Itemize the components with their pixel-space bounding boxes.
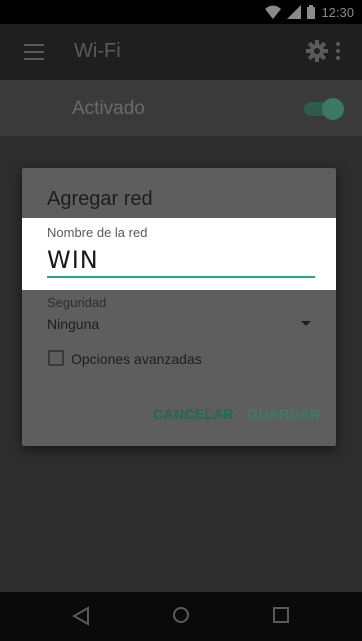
dropdown-arrow-icon[interactable] <box>301 321 311 326</box>
cell-signal-icon <box>287 5 302 19</box>
cancel-button[interactable]: CANCELAR <box>153 406 234 422</box>
advanced-options-label[interactable]: Opciones avanzadas <box>71 351 202 367</box>
wifi-signal-icon <box>265 5 282 19</box>
security-label: Seguridad <box>47 295 107 310</box>
network-name-label: Nombre de la red <box>47 225 148 240</box>
status-bar: 12:30 <box>0 0 362 24</box>
save-button[interactable]: GUARDAR <box>247 406 321 422</box>
home-icon[interactable] <box>172 606 190 624</box>
app-title: Wi-Fi <box>74 40 121 62</box>
dialog-title: Agregar red <box>47 188 153 210</box>
add-network-dialog: Agregar red Nombre de la red WIN Segurid… <box>22 168 336 446</box>
back-icon[interactable] <box>72 606 90 626</box>
app-bar: Wi-Fi <box>0 24 362 80</box>
status-icons: 12:30 <box>265 4 354 20</box>
battery-icon <box>307 5 316 19</box>
gear-icon[interactable] <box>306 40 328 62</box>
security-dropdown[interactable]: Ninguna <box>47 316 99 332</box>
wifi-toggle-thumb[interactable] <box>322 98 344 120</box>
wifi-switch-label: Activado <box>72 98 145 119</box>
advanced-options-checkbox[interactable] <box>48 350 64 366</box>
menu-icon[interactable] <box>24 44 44 60</box>
navigation-bar <box>0 592 362 641</box>
overflow-menu-icon[interactable] <box>334 42 342 64</box>
network-name-field: Nombre de la red WIN <box>22 218 336 290</box>
wifi-switch-bar: Activado <box>0 80 362 136</box>
recents-icon[interactable] <box>273 607 289 623</box>
status-time: 12:30 <box>321 4 354 20</box>
network-name-input[interactable]: WIN <box>47 246 315 278</box>
